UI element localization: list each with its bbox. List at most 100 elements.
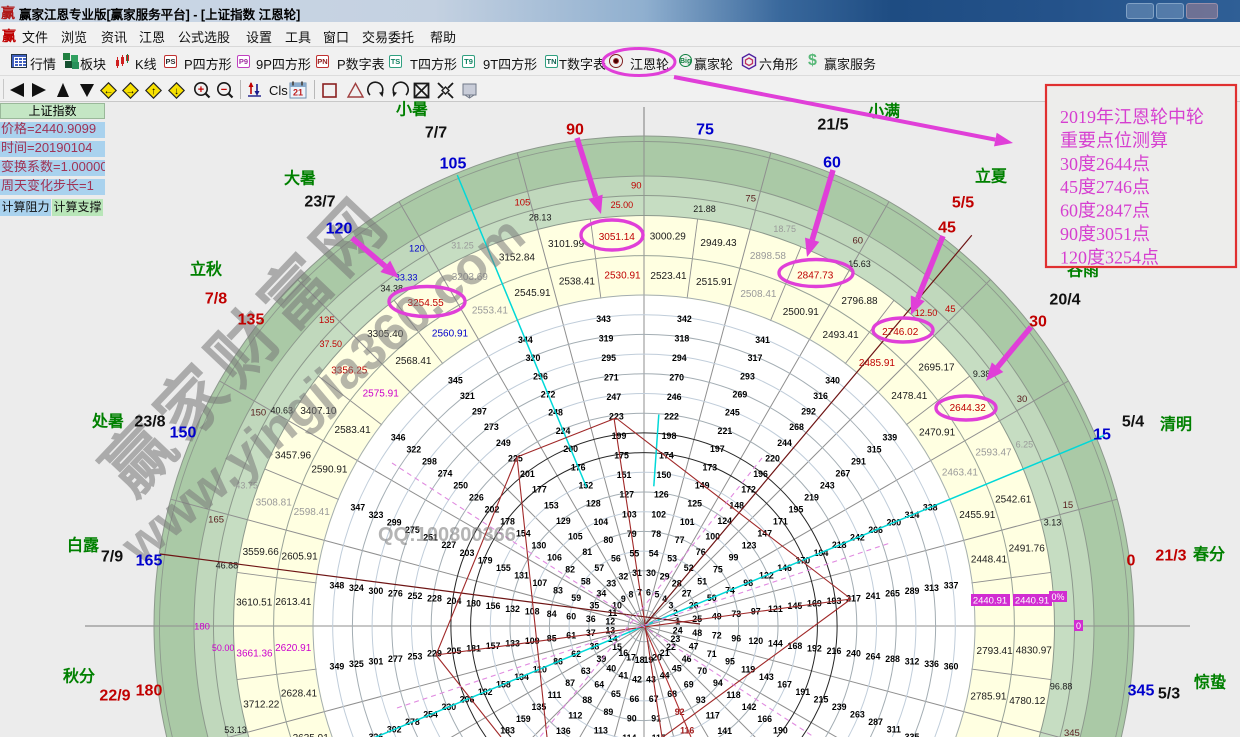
svg-text:23: 23	[671, 634, 681, 644]
svg-text:273: 273	[484, 422, 499, 432]
svg-text:54: 54	[649, 548, 659, 558]
svg-text:88: 88	[582, 695, 592, 705]
svg-text:立秋: 立秋	[190, 260, 223, 279]
svg-text:95: 95	[725, 657, 735, 667]
svg-text:348: 348	[330, 581, 345, 591]
svg-text:271: 271	[604, 373, 619, 383]
svg-text:250: 250	[453, 481, 468, 491]
svg-text:2440.91: 2440.91	[973, 596, 1007, 607]
svg-text:23/7: 23/7	[304, 194, 335, 211]
svg-text:112: 112	[568, 711, 582, 721]
svg-text:20/4: 20/4	[1049, 292, 1080, 309]
svg-text:173: 173	[702, 462, 717, 472]
svg-text:50.00: 50.00	[212, 643, 235, 653]
svg-text:228: 228	[427, 594, 442, 604]
svg-text:99: 99	[729, 552, 739, 562]
svg-text:101: 101	[680, 517, 695, 527]
svg-text:90: 90	[566, 122, 584, 139]
svg-text:126: 126	[654, 490, 669, 500]
svg-text:270: 270	[669, 373, 684, 383]
svg-text:345: 345	[1128, 683, 1155, 700]
svg-text:春分: 春分	[1192, 545, 1225, 564]
svg-text:177: 177	[532, 485, 547, 495]
svg-text:205: 205	[447, 646, 462, 656]
svg-text:3610.51: 3610.51	[236, 598, 273, 609]
svg-text:3712.22: 3712.22	[243, 699, 280, 710]
svg-text:345: 345	[1064, 728, 1080, 737]
svg-text:183: 183	[500, 726, 515, 736]
svg-text:253: 253	[408, 651, 423, 661]
svg-text:40: 40	[606, 664, 616, 674]
svg-text:111: 111	[548, 690, 562, 700]
svg-text:180: 180	[136, 683, 163, 700]
svg-text:246: 246	[667, 392, 682, 402]
svg-text:2898.58: 2898.58	[750, 251, 787, 262]
svg-text:84: 84	[547, 609, 557, 619]
svg-text:325: 325	[349, 659, 364, 669]
svg-text:300: 300	[369, 586, 384, 596]
svg-text:117: 117	[706, 711, 720, 721]
svg-text:274: 274	[438, 469, 453, 479]
svg-text:处暑: 处暑	[91, 412, 124, 431]
svg-text:360: 360	[944, 662, 959, 672]
svg-text:53: 53	[667, 553, 677, 563]
svg-text:59: 59	[571, 593, 581, 603]
svg-text:221: 221	[718, 426, 733, 436]
svg-text:125: 125	[687, 499, 702, 509]
svg-text:120: 120	[326, 221, 353, 238]
svg-text:2542.61: 2542.61	[995, 494, 1032, 505]
svg-text:311: 311	[887, 725, 901, 735]
svg-text:165: 165	[136, 553, 163, 570]
svg-text:2545.91: 2545.91	[514, 288, 551, 299]
svg-text:57: 57	[594, 563, 604, 573]
svg-text:2508.41: 2508.41	[740, 289, 777, 300]
svg-text:77: 77	[675, 535, 685, 545]
svg-text:4780.12: 4780.12	[1009, 696, 1046, 707]
svg-text:342: 342	[677, 314, 692, 324]
svg-text:2440.91: 2440.91	[1015, 596, 1049, 607]
svg-text:323: 323	[369, 510, 384, 520]
svg-text:265: 265	[885, 588, 900, 598]
svg-text:239: 239	[832, 702, 847, 712]
svg-text:120度3254点: 120度3254点	[1060, 247, 1159, 267]
svg-text:203: 203	[460, 548, 475, 558]
svg-text:4830.97: 4830.97	[1016, 645, 1053, 656]
svg-text:105: 105	[568, 532, 583, 542]
svg-text:106: 106	[547, 552, 562, 562]
svg-text:102: 102	[651, 509, 666, 519]
svg-text:2613.41: 2613.41	[275, 597, 312, 608]
svg-text:190: 190	[773, 726, 788, 736]
svg-text:2644.32: 2644.32	[950, 403, 987, 414]
svg-text:23/8: 23/8	[134, 414, 165, 431]
svg-text:131: 131	[514, 570, 529, 580]
svg-text:45: 45	[938, 220, 956, 237]
svg-text:3051.14: 3051.14	[599, 232, 636, 243]
svg-text:63: 63	[581, 666, 591, 676]
svg-text:2448.41: 2448.41	[971, 554, 1008, 565]
svg-text:153: 153	[544, 500, 559, 510]
svg-text:71: 71	[707, 649, 717, 659]
svg-text:56: 56	[611, 553, 621, 563]
svg-text:66: 66	[630, 694, 640, 704]
svg-text:136: 136	[556, 726, 571, 736]
svg-text:292: 292	[801, 407, 816, 417]
svg-text:90: 90	[631, 180, 642, 191]
svg-text:27: 27	[682, 588, 692, 598]
svg-text:53.13: 53.13	[224, 725, 247, 735]
svg-text:287: 287	[868, 717, 883, 727]
svg-text:132: 132	[505, 604, 520, 614]
svg-text:24: 24	[673, 626, 683, 636]
svg-text:154: 154	[516, 528, 531, 538]
svg-text:2598.41: 2598.41	[294, 507, 331, 518]
svg-text:220: 220	[765, 454, 780, 464]
svg-text:335: 335	[905, 732, 920, 737]
svg-text:3: 3	[669, 600, 674, 610]
svg-text:2538.41: 2538.41	[559, 277, 596, 288]
svg-text:155: 155	[496, 563, 511, 573]
svg-text:168: 168	[788, 641, 803, 651]
svg-text:108: 108	[525, 606, 540, 616]
svg-text:2628.41: 2628.41	[281, 689, 318, 700]
svg-text:322: 322	[406, 445, 421, 455]
svg-text:179: 179	[478, 555, 493, 565]
svg-text:2553.41: 2553.41	[472, 306, 509, 317]
